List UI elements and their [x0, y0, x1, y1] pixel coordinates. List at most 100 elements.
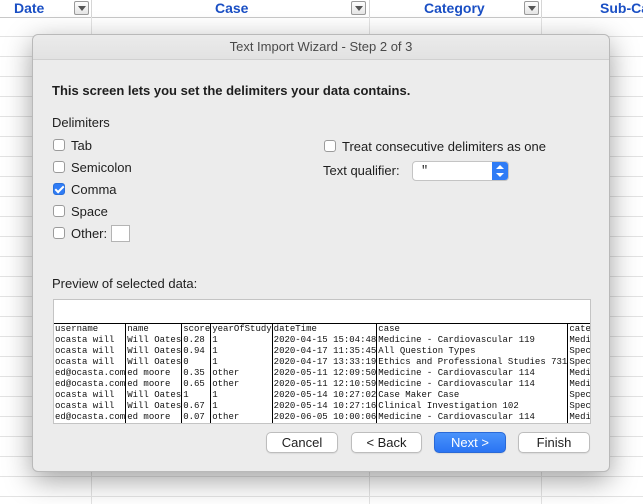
- preview-cell: Will Oates: [125, 401, 183, 412]
- checkbox-icon[interactable]: [53, 161, 65, 173]
- preview-row: username name score yearOfStudy dateTime case…: [54, 323, 590, 335]
- preview-cell: All Question Types: [376, 346, 569, 357]
- delimiter-other[interactable]: Other:: [53, 224, 131, 242]
- text-qualifier-label: Text qualifier:: [323, 163, 400, 178]
- delimiter-tab[interactable]: Tab: [53, 136, 92, 154]
- filter-dropdown-icon[interactable]: [351, 1, 366, 15]
- preview-cell: 0.94: [181, 346, 212, 357]
- preview-cell: ocasta will: [54, 390, 127, 401]
- column-header-label: Case: [215, 0, 249, 16]
- preview-cell: Will Oates: [125, 390, 183, 401]
- preview-cell: Case Maker Case: [376, 390, 569, 401]
- preview-cell: other: [210, 412, 273, 423]
- preview-cell: ocasta will: [54, 357, 127, 368]
- treat-consecutive-option[interactable]: Treat consecutive delimiters as one: [324, 137, 546, 155]
- preview-cell: 0.07: [181, 412, 212, 423]
- preview-cell: 0.65: [181, 379, 212, 390]
- data-preview[interactable]: username name score yearOfStudy dateTime case…: [53, 299, 591, 424]
- preview-cell: other: [210, 379, 273, 390]
- delimiter-label: Other:: [71, 225, 108, 241]
- preview-row: ocasta will Will Oates 1 1 2020-05-14 10:27:…: [54, 390, 590, 401]
- preview-row: ed@ocasta.com ed moore 0.65 other 2020-05-11…: [54, 379, 590, 390]
- preview-cell: 0: [181, 357, 212, 368]
- back-button[interactable]: < Back: [351, 432, 422, 453]
- cancel-button[interactable]: Cancel: [266, 432, 338, 453]
- preview-cell: 0.35: [181, 368, 212, 379]
- column-header-date: Date: [0, 0, 92, 17]
- other-delimiter-input[interactable]: [111, 224, 131, 242]
- filter-dropdown-icon[interactable]: [524, 1, 539, 15]
- dialog-heading: This screen lets you set the delimiters …: [52, 83, 411, 98]
- preview-cell: Clinical Investigation 102: [376, 401, 569, 412]
- preview-label: Preview of selected data:: [52, 276, 198, 291]
- preview-cell: Medicine: [567, 335, 590, 346]
- preview-cell: Will Oates: [125, 346, 183, 357]
- column-header-category: Category: [370, 0, 542, 17]
- preview-cell: 1: [210, 335, 273, 346]
- preview-cell: category: [567, 323, 590, 335]
- preview-cell: Medicine - Cardiovascular 114: [376, 412, 569, 423]
- preview-cell: 2020-05-14 10:27:02: [272, 390, 378, 401]
- preview-cell: Specialt: [567, 346, 590, 357]
- delimiter-label: Comma: [71, 181, 117, 197]
- preview-cell: 1: [210, 390, 273, 401]
- preview-cell: ocasta will: [54, 401, 127, 412]
- checkbox-icon[interactable]: [53, 227, 65, 239]
- preview-cell: Medicine: [567, 368, 590, 379]
- preview-cell: Will Oates: [125, 357, 183, 368]
- preview-cell: case: [376, 323, 569, 335]
- checkbox-checked-icon[interactable]: [53, 183, 65, 195]
- column-header-label: Sub-Ca: [600, 0, 643, 16]
- preview-cell: ed moore: [125, 368, 183, 379]
- checkbox-icon[interactable]: [53, 139, 65, 151]
- text-qualifier-value: ": [421, 164, 429, 178]
- preview-cell: ocasta will: [54, 346, 127, 357]
- preview-cell: Specialt: [567, 390, 590, 401]
- preview-cell: 1: [210, 346, 273, 357]
- preview-cell: Medicine: [567, 379, 590, 390]
- preview-cell: Medicine - Cardiovascular 119: [376, 335, 569, 346]
- preview-cell: username: [54, 323, 127, 335]
- delimiter-label: Semicolon: [71, 159, 132, 175]
- preview-cell: Medicine - Cardiovascular 114: [376, 368, 569, 379]
- preview-cell: 0.67: [181, 401, 212, 412]
- delimiters-label: Delimiters: [52, 115, 110, 130]
- text-import-wizard-dialog: Text Import Wizard - Step 2 of 3 This sc…: [32, 34, 610, 472]
- grid-line: [0, 476, 643, 477]
- preview-cell: Specialt: [567, 401, 590, 412]
- preview-cell: ed moore: [125, 412, 183, 423]
- select-stepper-icon[interactable]: [492, 162, 508, 180]
- preview-cell: 2020-04-17 11:35:45: [272, 346, 378, 357]
- preview-cell: Will Oates: [125, 335, 183, 346]
- checkbox-icon[interactable]: [324, 140, 336, 152]
- column-header-row: Date Case Category Sub-Ca: [0, 0, 643, 18]
- preview-cell: Medicine - Cardiovascular 114: [376, 379, 569, 390]
- preview-cell: 1: [181, 390, 212, 401]
- delimiter-label: Tab: [71, 137, 92, 153]
- preview-cell: Medicine: [567, 412, 590, 423]
- preview-cell: score: [181, 323, 212, 335]
- consecutive-label: Treat consecutive delimiters as one: [342, 138, 547, 154]
- dialog-title: Text Import Wizard - Step 2 of 3: [33, 35, 609, 60]
- delimiter-comma[interactable]: Comma: [53, 180, 117, 198]
- next-button[interactable]: Next >: [434, 432, 506, 453]
- delimiter-semicolon[interactable]: Semicolon: [53, 158, 132, 176]
- preview-cell: 2020-05-11 12:10:59: [272, 379, 378, 390]
- preview-cell: ocasta will: [54, 335, 127, 346]
- preview-cell: Ethics and Professional Studies 731: [376, 357, 569, 368]
- preview-cell: yearOfStudy: [210, 323, 273, 335]
- column-header-subcategory: Sub-Ca: [542, 0, 643, 17]
- checkbox-icon[interactable]: [53, 205, 65, 217]
- finish-button[interactable]: Finish: [518, 432, 590, 453]
- preview-cell: 2020-06-05 10:00:06: [272, 412, 378, 423]
- filter-dropdown-icon[interactable]: [74, 1, 89, 15]
- preview-table: username name score yearOfStudy dateTime case…: [54, 323, 590, 423]
- delimiter-space[interactable]: Space: [53, 202, 108, 220]
- preview-cell: other: [210, 368, 273, 379]
- preview-row: ocasta will Will Oates 0.28 1 2020-04-15 15:…: [54, 335, 590, 346]
- preview-cell: name: [125, 323, 183, 335]
- text-qualifier-select[interactable]: ": [412, 161, 509, 181]
- preview-row: ed@ocasta.com ed moore 0.35 other 2020-05-11…: [54, 368, 590, 379]
- column-header-case: Case: [92, 0, 370, 17]
- preview-cell: Specialt: [567, 357, 590, 368]
